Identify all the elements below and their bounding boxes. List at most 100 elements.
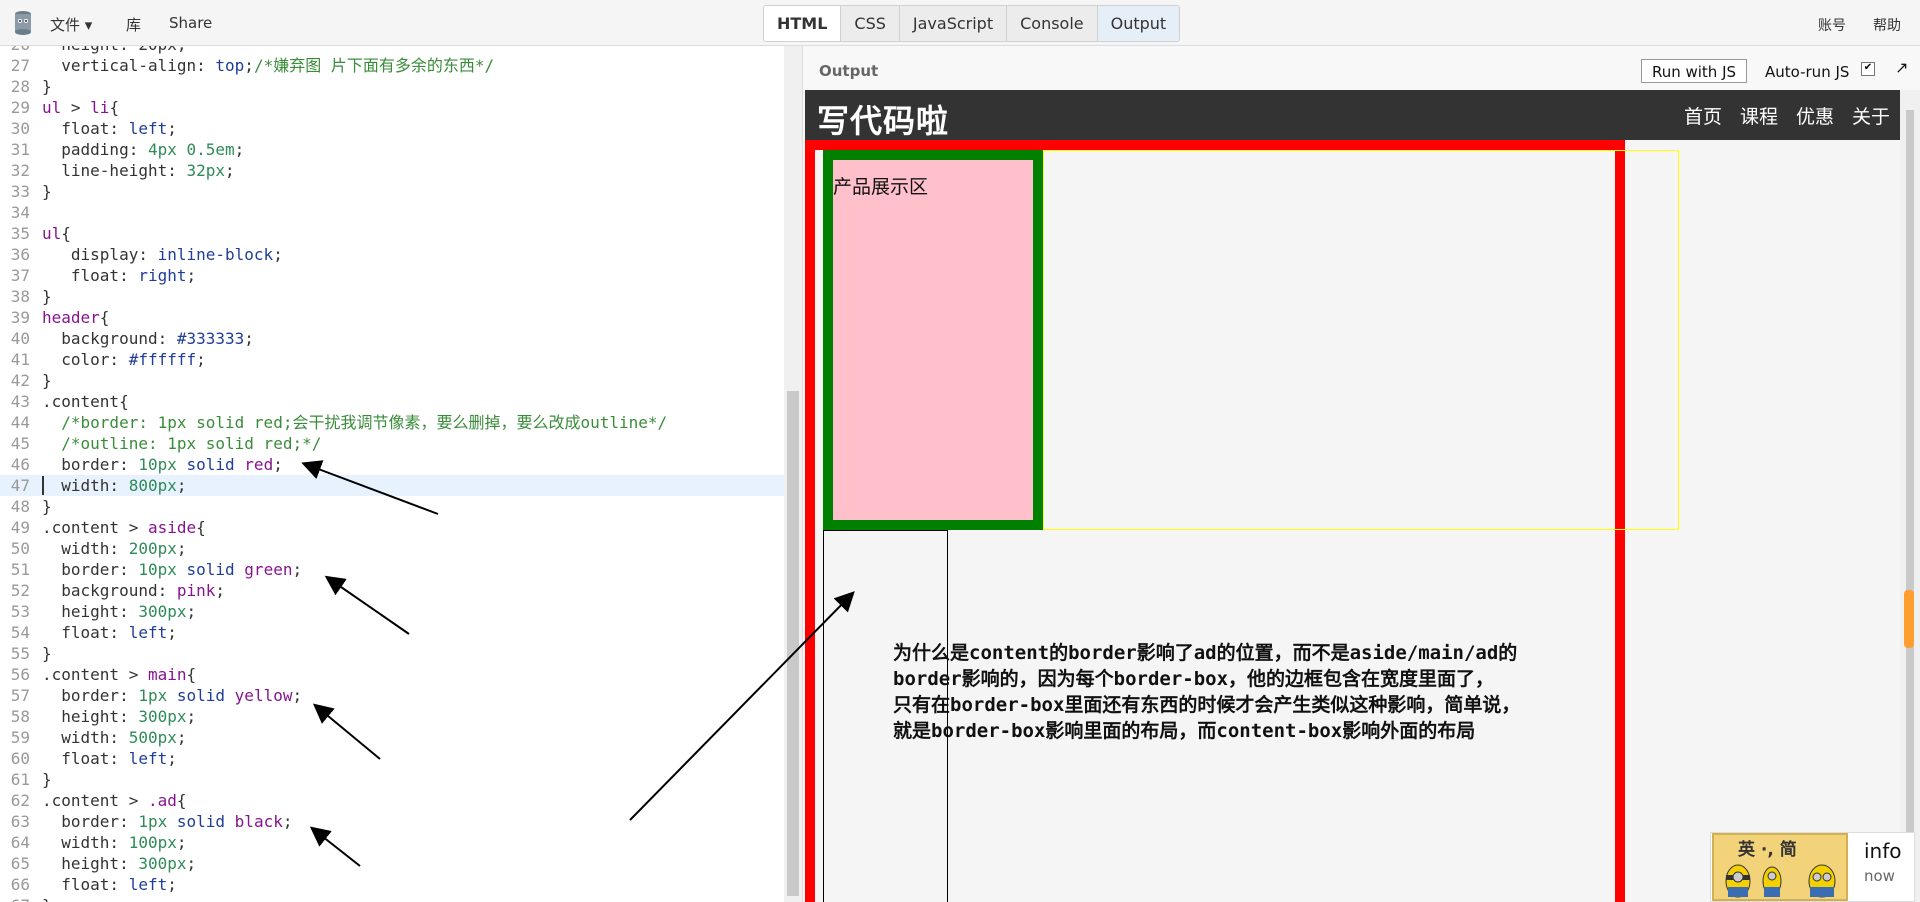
code-line[interactable]: 65 height: 300px;: [0, 853, 784, 874]
nav-offers[interactable]: 优惠: [1796, 102, 1834, 129]
line-number: 44: [10, 413, 30, 432]
tab-html[interactable]: HTML: [764, 6, 842, 41]
line-number: 52: [10, 581, 30, 600]
code-line[interactable]: 34: [0, 202, 784, 223]
line-number: 30: [10, 119, 30, 138]
code-line[interactable]: 52 background: pink;: [0, 580, 784, 601]
code-line[interactable]: 40 background: #333333;: [0, 328, 784, 349]
code-text: ul{: [42, 223, 71, 244]
code-line[interactable]: 62 .content > .ad{: [0, 790, 784, 811]
code-line[interactable]: 44 /*border: 1px solid red;会干扰我调节像素，要么删掉…: [0, 412, 784, 433]
code-text: padding: 4px 0.5em;: [42, 139, 244, 160]
code-token: ;: [273, 455, 283, 474]
code-line[interactable]: 29 ul > li{: [0, 97, 784, 118]
code-text: border: 10px solid red;: [42, 454, 283, 475]
nav-about[interactable]: 关于: [1852, 102, 1890, 129]
code-line[interactable]: 38}: [0, 286, 784, 307]
code-token: ;: [186, 707, 197, 726]
code-line[interactable]: 53 height: 300px;: [0, 601, 784, 622]
code-token: }: [42, 644, 52, 663]
menu-help[interactable]: 帮助: [1873, 15, 1901, 35]
code-line[interactable]: 50 width: 200px;: [0, 538, 784, 559]
code-token: #333333: [176, 329, 245, 348]
code-token: display:: [42, 245, 158, 264]
code-line[interactable]: 43 .content{: [0, 391, 784, 412]
code-line[interactable]: 51 border: 10px solid green;: [0, 559, 784, 580]
code-token: right: [138, 266, 187, 285]
code-line[interactable]: 55}: [0, 643, 784, 664]
code-line[interactable]: 56 .content > main{: [0, 664, 784, 685]
code-token: inline-block: [157, 245, 274, 264]
code-line[interactable]: 54 float: left;: [0, 622, 784, 643]
code-line[interactable]: 57 border: 1px solid yellow;: [0, 685, 784, 706]
code-token: border:: [42, 560, 139, 579]
line-number: 38: [10, 287, 30, 306]
code-text: .content > .ad{: [42, 790, 187, 811]
code-line[interactable]: 37 float: right;: [0, 265, 784, 286]
output-scrollbar-thumb[interactable]: [1904, 590, 1914, 648]
nav-courses[interactable]: 课程: [1740, 102, 1778, 129]
menu-file[interactable]: 文件 ▾: [50, 14, 92, 35]
menu-library[interactable]: 库: [126, 14, 141, 35]
code-line[interactable]: 61}: [0, 769, 784, 790]
tab-css[interactable]: CSS: [841, 6, 900, 41]
code-line[interactable]: 27 vertical-align: top;/*嫌弃图 片下面有多余的东西*/: [0, 55, 784, 76]
notification-title: info: [1864, 839, 1902, 863]
info-notification[interactable]: 英 ·, 简 info now: [1710, 832, 1915, 902]
output-label: Output: [819, 62, 879, 80]
code-line[interactable]: 48}: [0, 496, 784, 517]
code-line[interactable]: 66 float: left;: [0, 874, 784, 895]
autorun-label: Auto-run JS: [1765, 63, 1850, 81]
code-line[interactable]: 60 float: left;: [0, 748, 784, 769]
code-line[interactable]: 33}: [0, 181, 784, 202]
code-line[interactable]: 63 border: 1px solid black;: [0, 811, 784, 832]
line-number: 64: [10, 833, 30, 852]
nav-home[interactable]: 首页: [1684, 102, 1722, 129]
code-text: width: 500px;: [42, 727, 186, 748]
run-with-js-button[interactable]: Run with JS: [1641, 59, 1747, 83]
editor-scrollbar-thumb[interactable]: [787, 391, 799, 896]
code-token: red: [244, 455, 274, 474]
tab-output[interactable]: Output: [1097, 6, 1180, 41]
code-line[interactable]: 35 ul{: [0, 223, 784, 244]
code-text: height: 300px;: [42, 853, 196, 874]
expand-icon[interactable]: ↗: [1895, 58, 1908, 77]
line-number: 67: [0, 895, 30, 902]
autorun-checkbox[interactable]: ✔: [1861, 62, 1875, 76]
code-line[interactable]: 31 padding: 4px 0.5em;: [0, 139, 784, 160]
code-line[interactable]: 41 color: #ffffff;: [0, 349, 784, 370]
code-line[interactable]: 67}: [0, 895, 784, 902]
code-line[interactable]: 30 float: left;: [0, 118, 784, 139]
code-line[interactable]: 49 .content > aside{: [0, 517, 784, 538]
code-line[interactable]: 26 height: 20px;: [0, 46, 784, 55]
code-token: }: [42, 770, 52, 789]
code-line[interactable]: 42}: [0, 370, 784, 391]
code-line[interactable]: 58 height: 300px;: [0, 706, 784, 727]
code-token: float:: [42, 749, 129, 768]
tab-console[interactable]: Console: [1007, 6, 1098, 41]
code-line[interactable]: 64 width: 100px;: [0, 832, 784, 853]
code-token: }: [42, 77, 52, 96]
code-line[interactable]: 39 header{: [0, 307, 784, 328]
site-logo[interactable]: 写代码啦: [817, 96, 949, 142]
editor-scrollbar[interactable]: [784, 46, 802, 902]
code-line[interactable]: 47 width: 800px;: [0, 475, 784, 496]
code-line[interactable]: 46 border: 10px solid red;: [0, 454, 784, 475]
code-line[interactable]: 45 /*outline: 1px solid red;*/: [0, 433, 784, 454]
code-token: color:: [42, 350, 129, 369]
css-code-editor[interactable]: 26 height: 20px;27 vertical-align: top;/…: [0, 46, 784, 902]
menu-share[interactable]: Share: [169, 14, 212, 32]
code-line[interactable]: 28}: [0, 76, 784, 97]
code-text: height: 20px;: [42, 46, 186, 55]
menu-account[interactable]: 账号: [1818, 15, 1846, 35]
code-line[interactable]: 59 width: 500px;: [0, 727, 784, 748]
code-line[interactable]: 32 line-height: 32px;: [0, 160, 784, 181]
line-number: 63: [10, 812, 30, 831]
output-scrollbar[interactable]: [1900, 90, 1920, 902]
code-line[interactable]: 36 display: inline-block;: [0, 244, 784, 265]
code-token: solid: [167, 686, 235, 705]
jsbin-logo-icon[interactable]: [10, 9, 36, 37]
tab-javascript[interactable]: JavaScript: [900, 6, 1008, 41]
code-text: float: left;: [42, 622, 177, 643]
ime-label: 英 ·, 简: [1738, 840, 1797, 860]
